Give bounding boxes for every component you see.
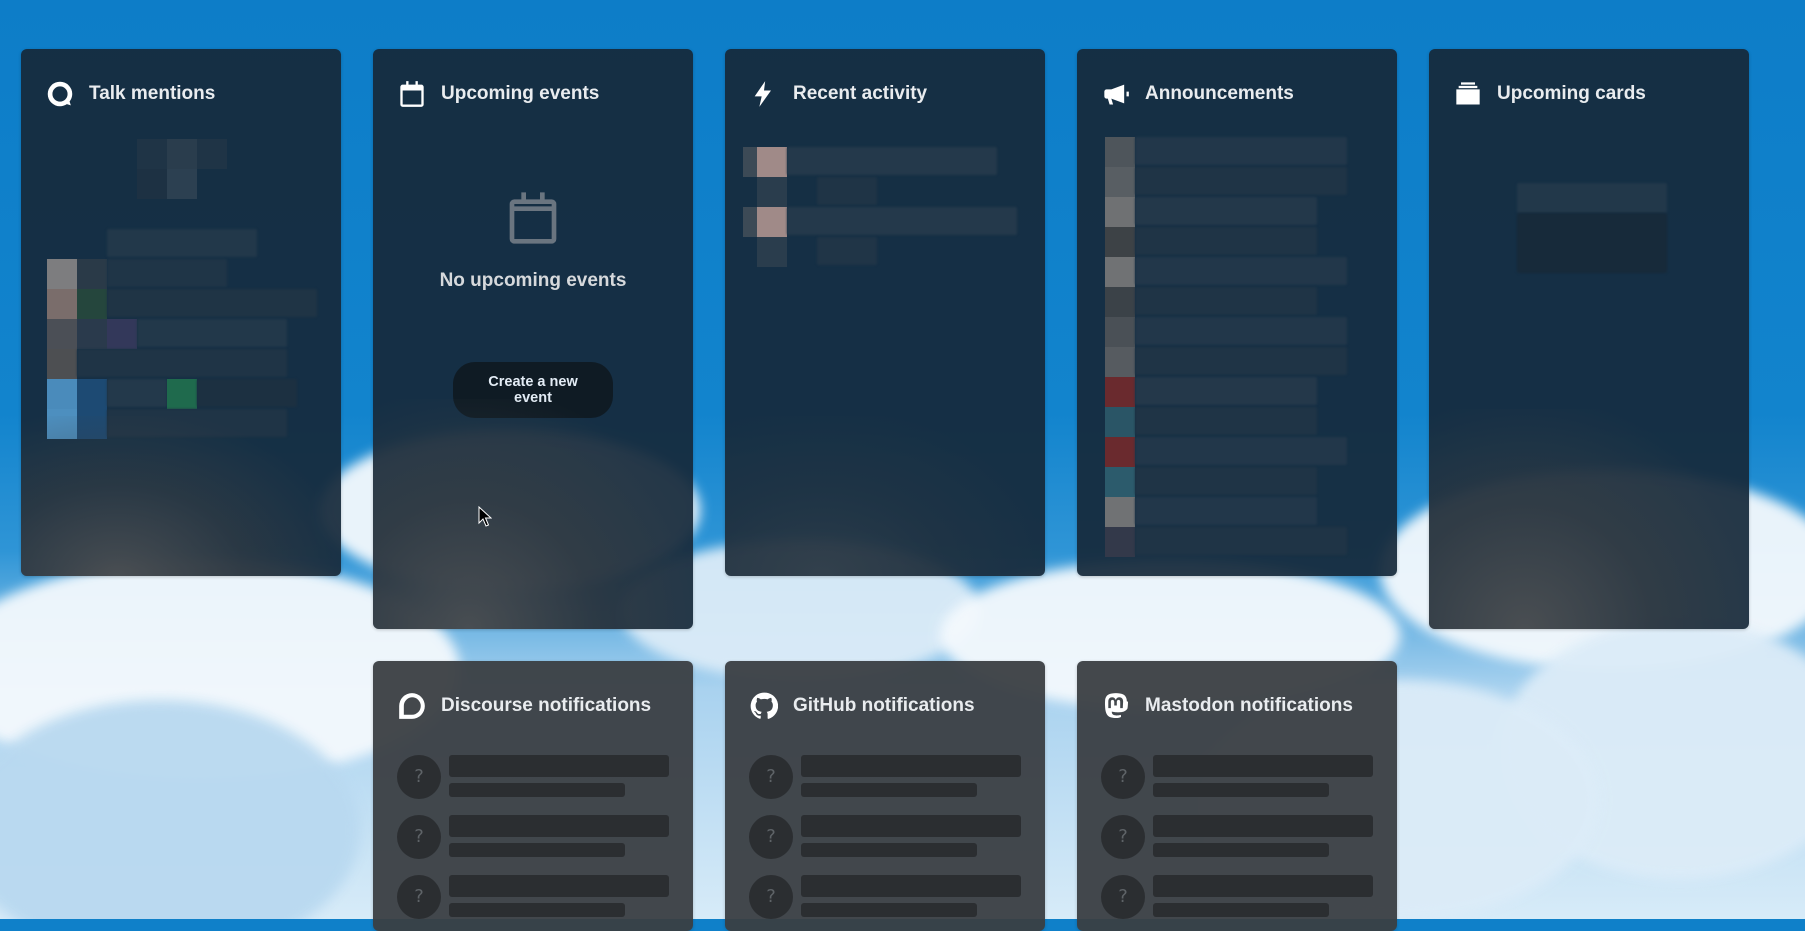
list-item: ? xyxy=(397,875,669,931)
github-notifications-widget: GitHub notifications ? ? ? xyxy=(725,661,1045,931)
calendar-icon xyxy=(397,79,427,109)
widget-header: Announcements xyxy=(1077,49,1397,139)
avatar: ? xyxy=(1101,815,1145,859)
widget-header: Talk mentions xyxy=(21,49,341,139)
avatar: ? xyxy=(397,815,441,859)
empty-state: No upcoming events xyxy=(373,189,693,292)
avatar: ? xyxy=(1101,755,1145,799)
github-icon xyxy=(749,691,779,721)
widget-title: Announcements xyxy=(1145,83,1294,104)
widget-title: Upcoming events xyxy=(441,83,600,104)
discourse-notifications-widget: Discourse notifications ? ? ? xyxy=(373,661,693,931)
avatar: ? xyxy=(749,755,793,799)
create-event-button[interactable]: Create a new event xyxy=(453,362,613,418)
widget-header: Mastodon notifications xyxy=(1077,661,1397,751)
widget-header: Recent activity xyxy=(725,49,1045,139)
widget-title: GitHub notifications xyxy=(793,695,975,716)
avatar: ? xyxy=(1101,875,1145,919)
widget-header: Upcoming cards xyxy=(1429,49,1749,139)
megaphone-icon xyxy=(1101,79,1131,109)
list-item: ? xyxy=(1101,755,1373,813)
list-item: ? xyxy=(397,755,669,813)
cards-stack-icon xyxy=(1453,79,1483,109)
mastodon-icon xyxy=(1101,691,1131,721)
widget-header: Discourse notifications xyxy=(373,661,693,751)
upcoming-events-widget: Upcoming events No upcoming events Creat… xyxy=(373,49,693,629)
avatar: ? xyxy=(749,875,793,919)
widget-title: Recent activity xyxy=(793,83,928,104)
widget-title: Mastodon notifications xyxy=(1145,695,1353,716)
list-item: ? xyxy=(749,815,1021,873)
widget-title: Discourse notifications xyxy=(441,695,652,716)
list-item: ? xyxy=(397,815,669,873)
upcoming-cards-widget: Upcoming cards xyxy=(1429,49,1749,629)
list-item: ? xyxy=(749,875,1021,931)
recent-activity-widget: Recent activity xyxy=(725,49,1045,576)
discourse-icon xyxy=(397,691,427,721)
lightning-icon xyxy=(749,79,779,109)
talk-mentions-widget: Talk mentions xyxy=(21,49,341,576)
calendar-empty-icon xyxy=(373,189,693,252)
widget-header: Upcoming events xyxy=(373,49,693,139)
widget-title: Talk mentions xyxy=(89,83,216,104)
announcements-widget: Announcements xyxy=(1077,49,1397,576)
widget-header: GitHub notifications xyxy=(725,661,1045,751)
list-item: ? xyxy=(1101,875,1373,931)
avatar: ? xyxy=(749,815,793,859)
mastodon-notifications-widget: Mastodon notifications ? ? ? xyxy=(1077,661,1397,931)
list-item: ? xyxy=(1101,815,1373,873)
empty-message: No upcoming events xyxy=(439,270,627,291)
avatar: ? xyxy=(397,875,441,919)
widget-title: Upcoming cards xyxy=(1497,83,1646,104)
talk-icon xyxy=(45,79,75,109)
list-item: ? xyxy=(749,755,1021,813)
mouse-cursor-icon xyxy=(478,506,492,527)
avatar: ? xyxy=(397,755,441,799)
